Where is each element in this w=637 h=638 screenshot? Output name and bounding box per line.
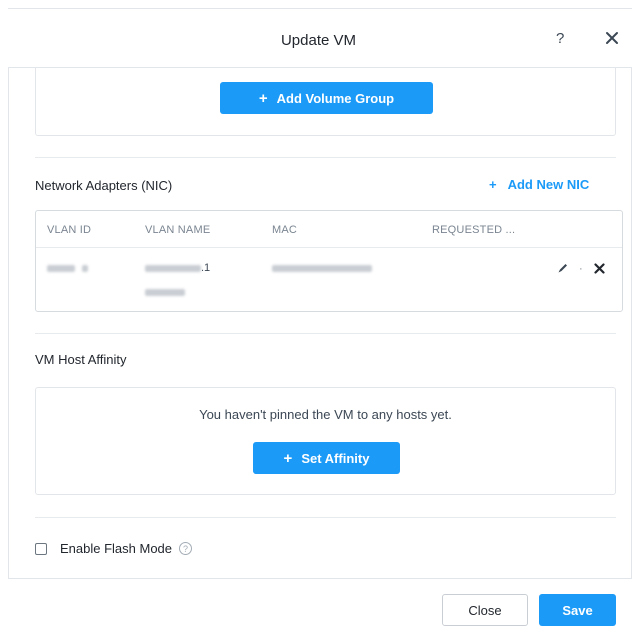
section-divider [35, 333, 616, 334]
footer-divider [8, 578, 632, 579]
section-divider [35, 157, 616, 158]
body-left-border [8, 68, 9, 578]
affinity-empty-message: You haven't pinned the VM to any hosts y… [199, 407, 452, 422]
column-header-mac: MAC [272, 224, 298, 236]
enable-flash-mode-label: Enable Flash Mode [60, 541, 173, 556]
nic-table: VLAN ID VLAN NAME MAC REQUESTED ... .1 · [35, 210, 623, 312]
pencil-icon[interactable] [557, 262, 569, 274]
action-separator: · [579, 263, 583, 275]
add-volume-group-label: Add Volume Group [276, 90, 395, 106]
mac-cell [272, 262, 372, 274]
affinity-panel: You haven't pinned the VM to any hosts y… [35, 387, 616, 495]
vlan-name-cell: .1 [145, 262, 210, 274]
body-right-border [631, 68, 632, 578]
table-header-divider [36, 247, 622, 248]
help-icon[interactable]: ? [179, 542, 193, 555]
plus-icon: + [489, 177, 497, 192]
vm-host-affinity-title: VM Host Affinity [35, 352, 127, 367]
plus-icon: + [283, 449, 293, 467]
vlan-name-cell-line2 [145, 286, 185, 298]
add-new-nic-label: Add New NIC [507, 177, 590, 192]
set-affinity-button[interactable]: + Set Affinity [253, 442, 400, 474]
close-button[interactable]: Close [442, 594, 528, 626]
enable-flash-mode-checkbox[interactable] [35, 542, 47, 555]
set-affinity-label: Set Affinity [301, 450, 370, 466]
help-button[interactable]: ? [556, 30, 564, 47]
plus-icon: + [258, 89, 268, 107]
section-divider [35, 517, 616, 518]
top-border [8, 8, 632, 9]
save-button[interactable]: Save [539, 594, 616, 626]
add-new-nic-button[interactable]: + Add New NIC [489, 177, 589, 192]
update-vm-dialog: Update VM ? + Add Volume Group Network A… [0, 0, 637, 638]
column-header-requested: REQUESTED ... [432, 224, 516, 236]
column-header-vlan-id: VLAN ID [47, 224, 92, 236]
network-adapters-title: Network Adapters (NIC) [35, 178, 173, 193]
vlan-id-cell [47, 262, 89, 274]
add-volume-group-button[interactable]: + Add Volume Group [220, 82, 433, 114]
column-header-vlan-name: VLAN NAME [145, 224, 211, 236]
close-icon[interactable] [605, 31, 619, 45]
flash-mode-row: Enable Flash Mode ? [35, 541, 193, 556]
close-icon[interactable] [594, 263, 605, 274]
dialog-header: Update VM ? [0, 10, 637, 67]
dialog-title: Update VM [280, 32, 357, 49]
vlan-name-suffix: .1 [201, 262, 211, 274]
